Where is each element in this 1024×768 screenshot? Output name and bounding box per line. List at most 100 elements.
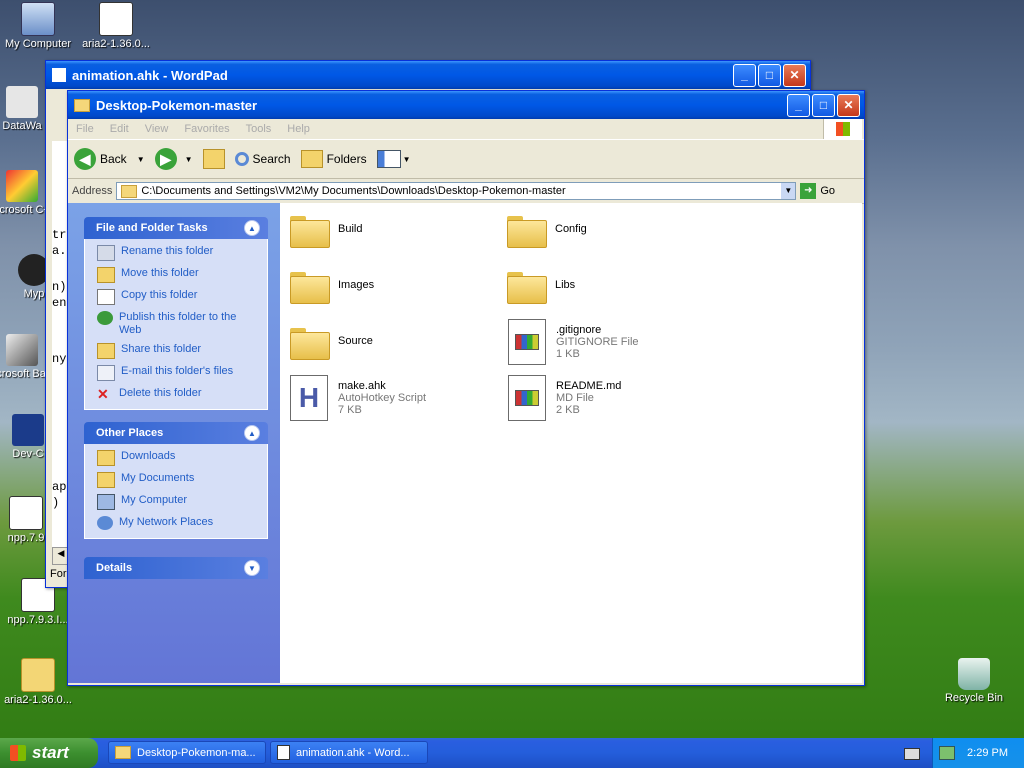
installer-icon (99, 2, 133, 36)
desktop-icon-label: aria2-1.36.0... (82, 38, 150, 50)
windows-logo-icon (823, 119, 862, 139)
taskbar-button-explorer[interactable]: Desktop-Pokemon-ma... (108, 741, 266, 764)
menu-favorites[interactable]: Favorites (176, 123, 237, 135)
places-header[interactable]: Other Places ▲ (84, 422, 268, 444)
task-email[interactable]: E-mail this folder's files (97, 365, 267, 381)
task-move[interactable]: Move this folder (97, 267, 267, 283)
task-copy[interactable]: Copy this folder (97, 289, 267, 305)
folder-icon (97, 450, 115, 466)
generic-file-icon (508, 375, 546, 421)
folder-icon (121, 184, 138, 198)
taskbar-button-wordpad[interactable]: animation.ahk - Word... (270, 741, 428, 764)
file-view[interactable]: Build Config Images Libs Source .gitigno… (280, 203, 862, 683)
other-places: Other Places ▲ Downloads My Documents My… (84, 422, 268, 539)
computer-icon (21, 2, 55, 36)
task-share[interactable]: Share this folder (97, 343, 267, 359)
views-icon (376, 150, 401, 168)
file-item[interactable]: README.md MD File 2 KB (508, 375, 621, 421)
go-arrow-icon: ➜ (800, 183, 817, 199)
network-icon (97, 516, 113, 530)
close-button[interactable]: ✕ (783, 63, 806, 87)
tasks-header[interactable]: File and Folder Tasks ▲ (84, 217, 268, 239)
start-button[interactable]: start (0, 738, 98, 768)
recycle-bin-icon (958, 658, 990, 690)
wordpad-titlebar[interactable]: animation.ahk - WordPad _ □ ✕ (46, 61, 810, 89)
place-my-documents[interactable]: My Documents (97, 472, 267, 488)
menu-file[interactable]: File (68, 123, 102, 135)
desktop-icon-label: npp.7.9.3.I... (7, 614, 69, 626)
desktop-icon-my-computer[interactable]: My Computer (0, 2, 76, 50)
menu-view[interactable]: View (137, 123, 177, 135)
document-icon (9, 496, 43, 530)
keyboard-icon[interactable] (904, 748, 920, 760)
maximize-button[interactable]: □ (758, 63, 781, 87)
move-icon (97, 267, 115, 283)
collapse-icon[interactable]: ▲ (244, 425, 260, 441)
task-delete[interactable]: ✕ Delete this folder (97, 387, 267, 401)
back-button[interactable]: ◀ Back ▼ (74, 148, 145, 170)
delete-icon: ✕ (97, 386, 109, 402)
window-title: Desktop-Pokemon-master (96, 97, 258, 113)
minimize-button[interactable]: _ (787, 93, 810, 117)
chevron-down-icon[interactable]: ▼ (185, 155, 193, 164)
details-box: Details ▼ (84, 557, 268, 579)
views-button[interactable]: ▼ (376, 150, 411, 168)
folder-item[interactable]: Images (290, 269, 374, 304)
dev-cpp-icon (12, 414, 44, 446)
folder-item[interactable]: Libs (507, 269, 575, 304)
minimize-button[interactable]: _ (733, 63, 756, 87)
my-documents-icon (97, 472, 115, 488)
task-rename[interactable]: Rename this folder (97, 245, 267, 261)
folder-item[interactable]: Config (507, 213, 587, 248)
tasks-body: Rename this folder Move this folder Copy… (84, 239, 268, 410)
desktop-icon-label: Recycle Bin (944, 692, 1004, 704)
explorer-titlebar[interactable]: Desktop-Pokemon-master _ □ ✕ (68, 91, 864, 119)
desktop-icon-label: Myp (23, 288, 45, 300)
folder-item[interactable]: Build (290, 213, 362, 248)
forward-arrow-icon: ▶ (154, 148, 177, 170)
collapse-icon[interactable]: ▲ (244, 220, 260, 236)
menu-help[interactable]: Help (279, 123, 318, 135)
desktop-icon-aria2-top[interactable]: aria2-1.36.0... (78, 2, 154, 50)
maximize-button[interactable]: □ (812, 93, 835, 117)
up-folder-button[interactable] (202, 149, 225, 169)
chevron-down-icon[interactable]: ▼ (137, 155, 145, 164)
folders-icon (300, 150, 323, 168)
folder-icon (507, 213, 547, 248)
menu-edit[interactable]: Edit (102, 123, 137, 135)
zip-folder-icon (21, 658, 55, 692)
menu-tools[interactable]: Tools (238, 123, 280, 135)
wordpad-icon (277, 745, 290, 760)
desktop-icon-label: aria2-1.36.0... (4, 694, 72, 706)
windows-logo-icon (10, 745, 26, 761)
explorer-window[interactable]: Desktop-Pokemon-master _ □ ✕ File Edit V… (67, 90, 865, 686)
desktop-icon-recycle-bin[interactable]: Recycle Bin (936, 658, 1012, 704)
file-item[interactable]: .gitignore GITIGNORE File 1 KB (508, 319, 639, 365)
forward-button[interactable]: ▶ ▼ (154, 148, 193, 170)
network-tray-icon[interactable] (939, 746, 956, 760)
file-item[interactable]: H make.ahk AutoHotkey Script 7 KB (290, 375, 426, 421)
desktop-icon-label: My Computer (4, 38, 72, 50)
desktop-icon-aria2-bottom[interactable]: aria2-1.36.0... (0, 658, 76, 706)
close-button[interactable]: ✕ (837, 93, 860, 117)
place-downloads[interactable]: Downloads (97, 450, 267, 466)
place-network[interactable]: My Network Places (97, 516, 267, 530)
details-header[interactable]: Details ▼ (84, 557, 268, 579)
file-folder-tasks: File and Folder Tasks ▲ Rename this fold… (84, 217, 268, 410)
search-button[interactable]: Search (234, 152, 291, 166)
copy-icon (97, 289, 115, 305)
folder-item[interactable]: Source (290, 325, 373, 360)
folders-button[interactable]: Folders (300, 150, 367, 168)
expand-icon[interactable]: ▼ (244, 560, 260, 576)
address-bar: Address C:\Documents and Settings\VM2\My… (68, 179, 864, 204)
desktop-icon-label: DataWa (2, 120, 42, 132)
task-publish[interactable]: Publish this folder to the Web (97, 311, 267, 337)
place-my-computer[interactable]: My Computer (97, 494, 267, 510)
folder-icon (115, 746, 131, 759)
chevron-down-icon[interactable]: ▼ (781, 183, 796, 199)
go-button[interactable]: ➜ Go (800, 183, 835, 199)
address-input[interactable]: C:\Documents and Settings\VM2\My Documen… (116, 182, 797, 200)
clock[interactable]: 2:29 PM (967, 747, 1008, 759)
autohotkey-icon: H (290, 375, 328, 421)
toolbar: ◀ Back ▼ ▶ ▼ Search Folders ▼ (68, 140, 864, 179)
